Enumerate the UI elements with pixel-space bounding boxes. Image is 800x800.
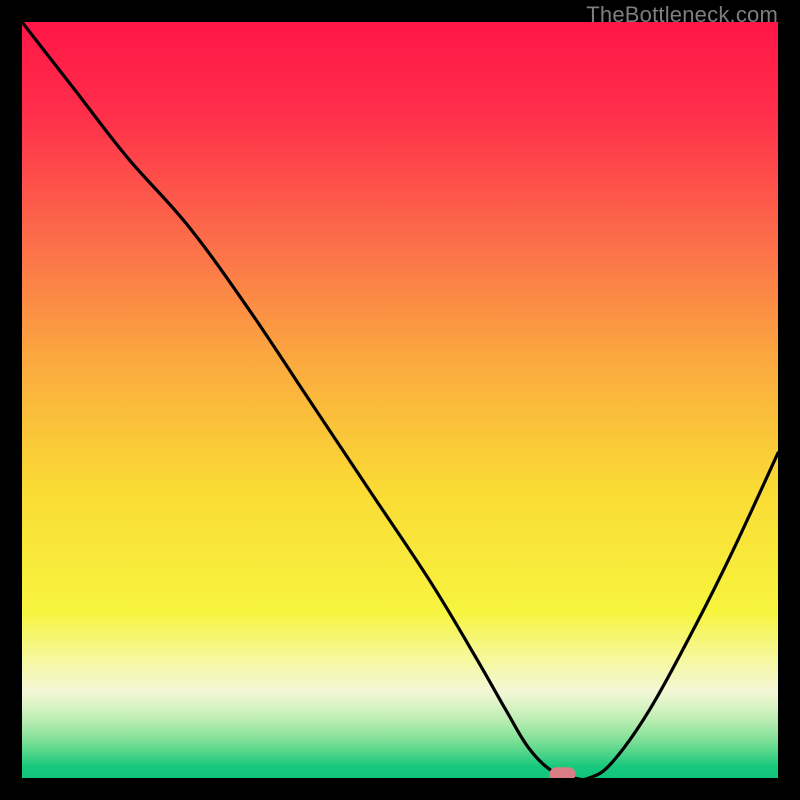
chart-frame: TheBottleneck.com <box>0 0 800 800</box>
plot-area <box>22 22 778 778</box>
highlight-pill <box>550 767 576 778</box>
chart-svg <box>22 22 778 778</box>
gradient-background <box>22 22 778 778</box>
